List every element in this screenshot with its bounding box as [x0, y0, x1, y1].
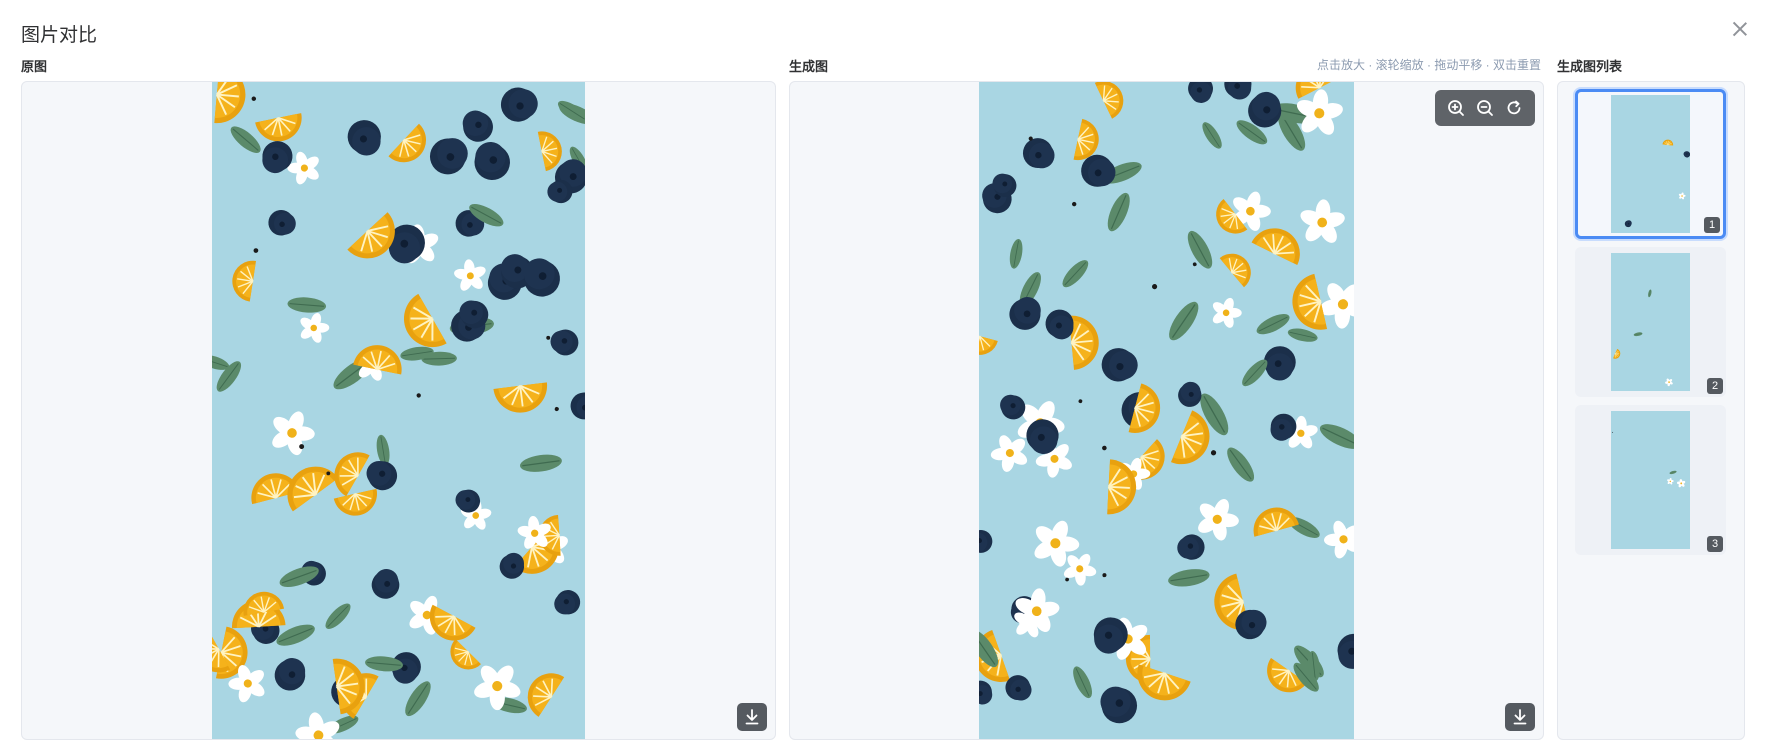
zoom-in-icon[interactable] [1446, 98, 1466, 118]
close-icon[interactable] [1733, 22, 1747, 36]
dialog-title: 图片对比 [21, 25, 98, 46]
generated-list: 1 2 3 [1557, 81, 1745, 740]
reset-icon[interactable] [1504, 98, 1524, 118]
thumbnail-item[interactable]: 1 [1575, 89, 1726, 239]
original-panel [21, 81, 776, 740]
download-icon [745, 709, 759, 725]
download-generated-button[interactable] [1505, 703, 1535, 731]
download-icon [1513, 709, 1527, 725]
generated-panel[interactable] [789, 81, 1544, 740]
thumbnail-item[interactable]: 3 [1575, 405, 1726, 555]
thumbnail-image [1611, 95, 1690, 233]
thumbnail-index: 1 [1704, 217, 1720, 233]
original-image [212, 82, 585, 739]
thumbnail-index: 2 [1707, 378, 1723, 394]
thumbnail-index: 3 [1707, 536, 1723, 552]
zoom-toolbar [1435, 90, 1535, 126]
generated-image[interactable] [979, 82, 1354, 739]
zoom-out-icon[interactable] [1475, 98, 1495, 118]
thumbnail-image [1611, 411, 1690, 549]
download-original-button[interactable] [737, 703, 767, 731]
original-label: 原图 [21, 59, 48, 74]
generated-hint: 点击放大 · 滚轮缩放 · 拖动平移 · 双击重置 [1317, 58, 1541, 72]
thumbnail-image [1611, 253, 1690, 391]
image-compare-dialog: 图片对比 原图 生成图 点击放大 · 滚轮缩放 · 拖动平移 · 双击重置 生成… [0, 0, 1765, 749]
generated-list-label: 生成图列表 [1557, 59, 1623, 74]
thumbnail-item[interactable]: 2 [1575, 247, 1726, 397]
generated-label: 生成图 [789, 59, 829, 74]
